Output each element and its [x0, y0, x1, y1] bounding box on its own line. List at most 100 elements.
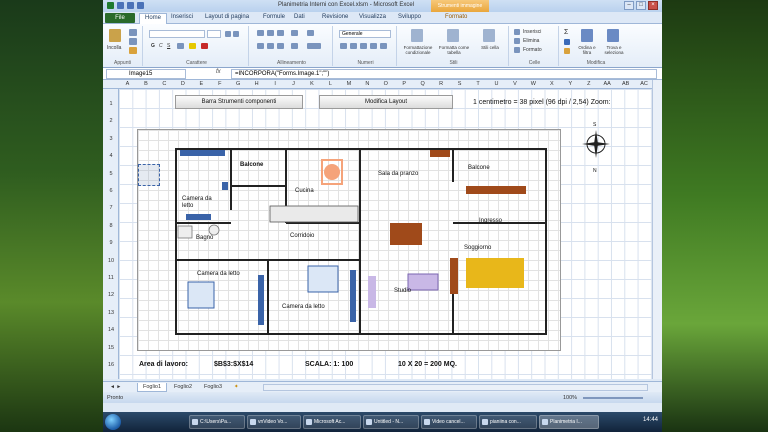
column-header[interactable]: W	[527, 81, 540, 87]
start-orb-icon[interactable]	[105, 414, 121, 430]
vertical-scrollbar[interactable]	[652, 80, 662, 379]
tab-formulas[interactable]: Formule	[263, 14, 285, 20]
italic-icon[interactable]: C	[159, 43, 163, 49]
column-header[interactable]: D	[176, 81, 189, 87]
autosum-icon[interactable]: Σ	[564, 29, 568, 36]
modify-layout-button[interactable]: Modifica Layout	[319, 95, 453, 109]
increase-decimal-icon[interactable]	[370, 43, 377, 49]
align-bottom-icon[interactable]	[277, 30, 284, 36]
sheet-tab-3[interactable]: Foglio3	[199, 383, 227, 392]
column-header[interactable]: A	[121, 81, 134, 87]
tab-home[interactable]: Home	[139, 13, 168, 24]
column-header[interactable]: N	[361, 81, 374, 87]
tab-insert[interactable]: Inserisci	[171, 14, 193, 20]
save-icon[interactable]	[117, 2, 124, 9]
bold-icon[interactable]: G	[151, 43, 155, 49]
orientation-icon[interactable]	[291, 30, 298, 36]
undo-icon[interactable]	[127, 2, 134, 9]
column-header[interactable]: T	[472, 81, 485, 87]
format-cells-icon[interactable]	[514, 47, 520, 53]
sort-filter-icon[interactable]	[581, 29, 593, 42]
taskbar-item-2[interactable]: vnVideo Vo...	[247, 415, 301, 429]
cut-icon[interactable]	[129, 29, 137, 36]
indent-icon[interactable]	[291, 43, 298, 49]
font-color-icon[interactable]	[201, 43, 208, 49]
taskbar-item-3[interactable]: Microsoft Ac...	[303, 415, 361, 429]
row-header[interactable]: 15	[103, 345, 119, 351]
column-header[interactable]: U	[490, 81, 503, 87]
taskbar-item-4[interactable]: Untitled - N...	[363, 415, 419, 429]
delete-cells-label[interactable]: Elimina	[523, 38, 539, 44]
tab-view[interactable]: Visualizza	[359, 14, 386, 20]
format-cells-label[interactable]: Formato	[523, 47, 542, 53]
column-header[interactable]: L	[324, 81, 337, 87]
column-header[interactable]: O	[379, 81, 392, 87]
toolbar-components-button[interactable]: Barra Strumenti componenti	[175, 95, 303, 109]
sheet-nav-icon[interactable]: ◄ ►	[105, 383, 126, 392]
conditional-formatting-icon[interactable]	[411, 29, 423, 42]
column-header[interactable]: G	[232, 81, 245, 87]
column-header[interactable]: AB	[619, 81, 632, 87]
column-header[interactable]: F	[213, 81, 226, 87]
cell-styles-icon[interactable]	[483, 29, 495, 42]
paste-icon[interactable]	[109, 29, 121, 42]
row-header[interactable]: 16	[103, 362, 119, 368]
column-header[interactable]: Z	[582, 81, 595, 87]
row-header[interactable]: 9	[103, 240, 119, 246]
thousands-icon[interactable]	[360, 43, 367, 49]
insert-cells-icon[interactable]	[514, 29, 520, 35]
selected-image-control[interactable]	[138, 164, 160, 186]
redo-icon[interactable]	[137, 2, 144, 9]
row-header[interactable]: 3	[103, 136, 119, 142]
column-header[interactable]: J	[287, 81, 300, 87]
align-top-icon[interactable]	[257, 30, 264, 36]
column-header[interactable]: S	[453, 81, 466, 87]
column-header[interactable]: P	[398, 81, 411, 87]
row-header[interactable]: 14	[103, 327, 119, 333]
decrease-decimal-icon[interactable]	[380, 43, 387, 49]
format-painter-icon[interactable]	[129, 47, 137, 54]
align-center-icon[interactable]	[267, 43, 274, 49]
row-header[interactable]: 4	[103, 153, 119, 159]
row-header[interactable]: 7	[103, 205, 119, 211]
column-header[interactable]: K	[306, 81, 319, 87]
shrink-font-icon[interactable]	[233, 31, 239, 37]
row-header[interactable]: 8	[103, 223, 119, 229]
tab-format[interactable]: Formato	[445, 14, 467, 20]
row-header[interactable]: 13	[103, 310, 119, 316]
percent-icon[interactable]	[350, 43, 357, 49]
copy-icon[interactable]	[129, 38, 137, 45]
column-header[interactable]: R	[435, 81, 448, 87]
column-header[interactable]: Q	[416, 81, 429, 87]
column-header[interactable]: X	[545, 81, 558, 87]
column-header[interactable]: AA	[601, 81, 614, 87]
fill-icon[interactable]	[564, 39, 570, 45]
merge-center-icon[interactable]	[307, 43, 321, 49]
tab-developer[interactable]: Sviluppo	[398, 14, 421, 20]
fill-color-icon[interactable]	[189, 43, 196, 49]
taskbar-item-6[interactable]: pianiina con...	[479, 415, 537, 429]
column-header[interactable]: AC	[638, 81, 651, 87]
row-header[interactable]: 5	[103, 171, 119, 177]
column-header[interactable]: H	[250, 81, 263, 87]
row-header[interactable]: 2	[103, 118, 119, 124]
number-format-combo[interactable]: Generale	[339, 30, 391, 38]
borders-icon[interactable]	[177, 43, 184, 49]
maximize-icon[interactable]: □	[636, 1, 646, 10]
fx-icon[interactable]: fx	[216, 69, 221, 75]
horizontal-scrollbar[interactable]	[263, 384, 648, 391]
tab-page-layout[interactable]: Layout di pagina	[205, 14, 249, 20]
column-header[interactable]: Y	[564, 81, 577, 87]
column-header[interactable]: B	[139, 81, 152, 87]
insert-sheet-icon[interactable]: ✦	[229, 383, 244, 392]
row-header[interactable]: 12	[103, 292, 119, 298]
row-header[interactable]: 6	[103, 188, 119, 194]
zoom-slider[interactable]	[583, 397, 643, 399]
grow-font-icon[interactable]	[225, 31, 231, 37]
align-left-icon[interactable]	[257, 43, 264, 49]
clear-icon[interactable]	[564, 48, 570, 54]
tab-review[interactable]: Revisione	[322, 14, 348, 20]
format-as-table-icon[interactable]	[447, 29, 459, 42]
column-header[interactable]: E	[195, 81, 208, 87]
tab-file[interactable]: File	[105, 13, 135, 23]
